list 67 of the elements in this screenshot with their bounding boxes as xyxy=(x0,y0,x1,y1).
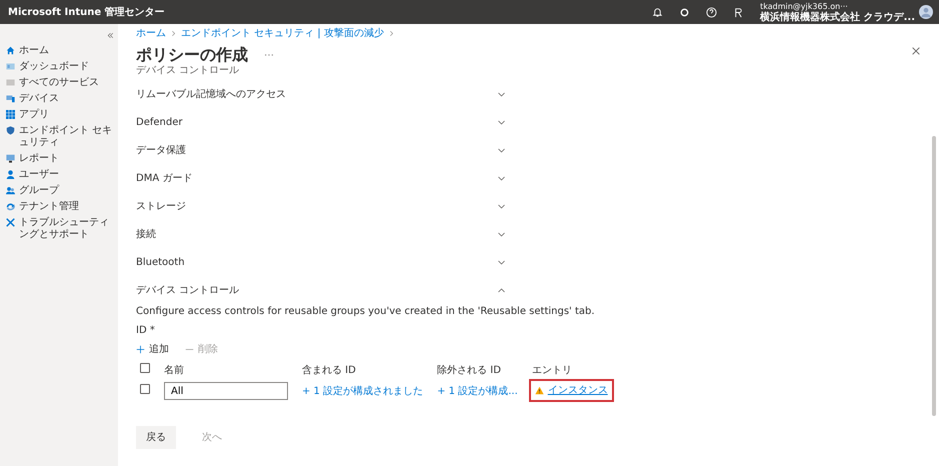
plus-icon xyxy=(136,345,145,354)
shield-icon xyxy=(6,126,15,135)
sidebar-item[interactable]: ユーザー xyxy=(6,167,114,183)
accordion-header[interactable]: ストレージ xyxy=(136,192,506,220)
monitor-icon xyxy=(6,154,15,163)
entry-link[interactable]: インスタンス xyxy=(548,383,608,398)
checkbox[interactable] xyxy=(140,363,150,373)
grid-icon xyxy=(6,78,15,87)
accordion-header[interactable]: DMA ガード xyxy=(136,164,506,192)
organization-name: 横浜情報機器株式会社 クラウデ... xyxy=(760,12,915,22)
chevron-right-icon xyxy=(388,30,395,37)
sidebar-item[interactable]: エンドポイント セキュリティ xyxy=(6,123,114,151)
chevron-up-icon xyxy=(497,286,506,294)
dashboard-icon xyxy=(6,62,15,71)
chevron-right-icon xyxy=(170,30,177,37)
sidebar-item[interactable]: デバイス xyxy=(6,91,114,107)
back-button[interactable]: 戻る xyxy=(136,426,176,449)
app-title[interactable]: Microsoft Intune 管理センター xyxy=(8,4,165,20)
sidebar-item[interactable]: ホーム xyxy=(6,43,114,59)
breadcrumb-link[interactable]: ホーム xyxy=(136,26,166,41)
bell-icon[interactable] xyxy=(652,6,664,18)
devices-icon xyxy=(6,94,15,103)
breadcrumb-link[interactable]: エンドポイント セキュリティ | 攻撃面の減少 xyxy=(181,26,384,41)
sidebar-item[interactable]: テナント管理 xyxy=(6,199,114,215)
sidebar-item[interactable]: トラブルシューティングとサポート xyxy=(6,215,114,243)
toolbar-button[interactable]: 追加 xyxy=(136,342,169,357)
settings-icon[interactable] xyxy=(679,6,690,18)
column-header: 名前 xyxy=(164,365,184,376)
accordion-header[interactable]: Defender xyxy=(136,108,506,136)
tenant-icon xyxy=(6,202,15,211)
close-icon[interactable] xyxy=(911,46,921,56)
column-header: 除外される ID xyxy=(437,365,501,376)
sidebar-item[interactable]: アプリ xyxy=(6,107,114,123)
description-text: Configure access controls for reusable groups you've created in the 'Reusable settings' tab. xyxy=(136,305,596,319)
accordion-header[interactable]: デバイス コントロール xyxy=(136,276,506,304)
user-email: tkadmin@yjk365.on··· xyxy=(760,2,849,12)
accordion-header[interactable]: リムーバブル記憶域へのアクセス xyxy=(136,80,506,108)
chevron-down-icon xyxy=(497,90,506,98)
field-label: ID * xyxy=(136,324,156,338)
accordion-header[interactable]: データ保護 xyxy=(136,136,506,164)
collapse-icon[interactable] xyxy=(107,32,114,39)
column-header: 含まれる ID xyxy=(302,365,356,376)
name-field[interactable]: All xyxy=(164,382,288,400)
chevron-down-icon xyxy=(497,258,506,266)
column-header: エントリ xyxy=(532,365,572,376)
accordion-header[interactable]: 接続 xyxy=(136,220,506,248)
sidebar-item[interactable]: ダッシュボード xyxy=(6,59,114,75)
chevron-down-icon xyxy=(497,202,506,210)
group-icon xyxy=(6,186,15,195)
sidebar-item[interactable]: グループ xyxy=(6,183,114,199)
user-icon xyxy=(6,170,15,179)
help-icon[interactable] xyxy=(706,6,718,18)
chevron-down-icon xyxy=(497,174,506,182)
sidebar-item[interactable]: すべてのサービス xyxy=(6,75,114,91)
avatar-icon[interactable] xyxy=(919,5,933,19)
page-title: ポリシーの作成 xyxy=(136,45,248,65)
chevron-down-icon xyxy=(497,230,506,238)
apps-icon xyxy=(6,110,15,119)
settings-link[interactable]: + 1 設定が構成... xyxy=(437,386,518,396)
chevron-down-icon xyxy=(497,146,506,154)
settings-link[interactable]: + 1 設定が構成されました xyxy=(302,386,424,396)
chevron-down-icon xyxy=(497,118,506,126)
sidebar-item[interactable]: レポート xyxy=(6,151,114,167)
home-icon xyxy=(6,46,15,55)
accordion-header[interactable]: Bluetooth xyxy=(136,248,506,276)
page-subtitle: デバイス コントロール xyxy=(136,65,240,76)
checkbox[interactable] xyxy=(140,384,150,394)
